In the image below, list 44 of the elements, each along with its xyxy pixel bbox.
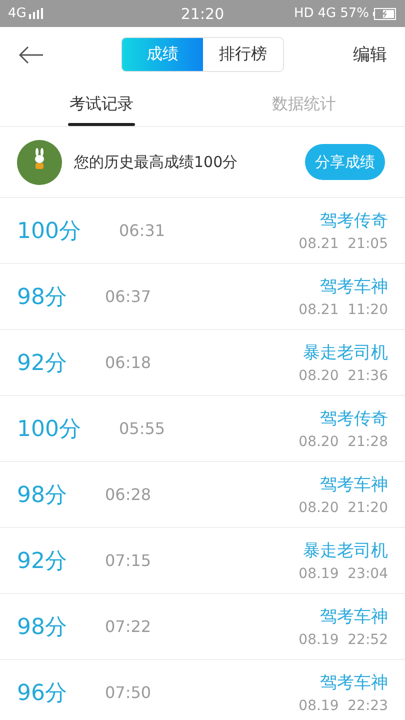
hd-label: HD (294, 6, 314, 21)
score: 100分 (17, 416, 81, 444)
battery-icon (373, 8, 398, 20)
score: 98分 (17, 614, 67, 642)
exam-datetime: 08.21 21:05 (298, 236, 388, 252)
best-score-text: 您的历史最高成绩100分 (74, 152, 239, 172)
clock: 21:20 (180, 4, 226, 22)
rank-title: 驾考车神 (320, 474, 388, 496)
exam-datetime: 08.19 23:04 (298, 566, 388, 582)
duration: 07:50 (105, 683, 152, 702)
duration: 06:28 (105, 485, 152, 504)
score: 92分 (17, 548, 67, 576)
back-icon[interactable] (18, 46, 44, 64)
exam-datetime: 08.20 21:28 (298, 434, 388, 450)
rank-title: 驾考传奇 (320, 408, 388, 430)
rank-title: 驾考车神 (320, 276, 388, 298)
rank-title: 驾考车神 (320, 672, 388, 694)
exam-datetime: 08.21 11:20 (298, 302, 388, 318)
battery-level: 57% (340, 6, 370, 21)
exam-datetime: 08.19 22:23 (298, 698, 388, 714)
exam-datetime: 08.20 21:36 (298, 368, 388, 384)
duration: 06:18 (105, 353, 152, 372)
score: 100分 (17, 218, 81, 246)
duration: 07:15 (105, 551, 152, 570)
rank-title: 暴走老司机 (303, 540, 388, 562)
duration: 06:31 (119, 221, 166, 240)
network-label: 4G (318, 6, 336, 21)
rank-title: 暴走老司机 (303, 342, 388, 364)
rank-title: 驾考车神 (320, 606, 388, 628)
avatar-icon (17, 140, 62, 184)
duration: 05:55 (119, 419, 166, 438)
score: 96分 (17, 680, 67, 708)
score: 98分 (17, 482, 67, 510)
network-label: 4G (8, 6, 26, 21)
score: 92分 (17, 350, 67, 378)
edit-button[interactable]: 编辑 (353, 43, 387, 66)
tab[interactable]: 考试记录 (0, 82, 202, 126)
score: 98分 (17, 284, 67, 312)
exam-datetime: 08.20 21:20 (298, 500, 388, 516)
signal-icon (29, 8, 44, 19)
duration: 06:37 (105, 287, 152, 306)
rank-title: 驾考传奇 (320, 210, 388, 232)
duration: 07:22 (105, 617, 152, 636)
exam-datetime: 08.19 22:52 (298, 632, 388, 648)
